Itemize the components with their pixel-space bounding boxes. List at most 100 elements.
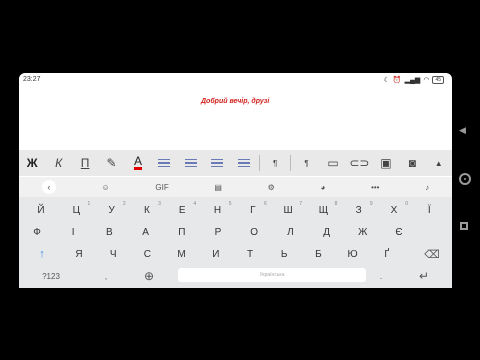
key[interactable]: Ш7 <box>271 199 305 221</box>
system-nav-bar: ◀ <box>454 0 480 360</box>
key[interactable]: М <box>166 243 198 265</box>
key[interactable]: Г6 <box>236 199 270 221</box>
clipboard-icon[interactable]: ▤ <box>214 183 222 192</box>
key-hint: 1 <box>87 201 91 207</box>
keyboard-row-3: ↑ Я Ч С М И Т Ь Б Ю Ґ ⌫ <box>19 243 452 265</box>
key[interactable]: Х0 <box>377 199 411 221</box>
status-time: 23:27 <box>23 76 41 83</box>
key[interactable]: Л <box>273 221 307 243</box>
key-hint: 5 <box>228 201 232 207</box>
key[interactable]: Р <box>201 221 235 243</box>
chevron-up-icon[interactable]: ▲ <box>426 150 452 176</box>
italic-button[interactable]: К <box>45 150 71 176</box>
key[interactable]: Ь <box>268 243 300 265</box>
microphone-icon[interactable]: ♪ <box>425 183 429 192</box>
key[interactable]: Б <box>302 243 334 265</box>
camera-icon[interactable]: ◙ <box>399 150 425 176</box>
link-icon[interactable]: ⊂⊃ <box>346 150 372 176</box>
key[interactable]: Я <box>63 243 95 265</box>
alarm-icon: ⏰ <box>392 77 402 84</box>
more-icon[interactable]: ••• <box>371 183 379 192</box>
keyboard-toolbar: ‹ ☺ GIF ▤ ⚙ ◕ ••• ♪ <box>19 177 452 197</box>
key[interactable]: Ю <box>337 243 369 265</box>
key[interactable]: Ц1 <box>59 199 93 221</box>
toolbar-divider <box>290 155 292 171</box>
document-text[interactable]: Добрий вечір, друзі <box>201 98 269 105</box>
underline-button[interactable]: П <box>72 150 98 176</box>
formatting-toolbar: Ж К П ✎ А ¶ ¶ ▭ ⊂⊃ ▣ ◙ ▲ <box>19 150 452 176</box>
key[interactable]: О <box>237 221 271 243</box>
image-icon[interactable]: ▣ <box>373 150 399 176</box>
recent-apps-icon[interactable] <box>460 222 468 230</box>
moon-icon: ☾ <box>383 77 390 84</box>
key[interactable]: В <box>92 221 126 243</box>
toolbar-divider <box>258 155 260 171</box>
key[interactable]: Ф <box>20 221 54 243</box>
key[interactable]: Е4 <box>165 199 199 221</box>
key[interactable]: Є <box>382 221 416 243</box>
key[interactable]: Ч <box>97 243 129 265</box>
key-hint: 0 <box>405 201 408 207</box>
key-hint: 3 <box>158 201 161 207</box>
comma-key[interactable]: , <box>91 265 121 287</box>
key-hint: 6 <box>264 201 267 207</box>
keyboard: ЙЦ1У2К3Е4Н5Г6Ш7Щ8З9Х0Ї ФІВАПРОЛДЖЄ ↑ Я Ч С М… <box>19 197 452 288</box>
globe-icon[interactable]: ⊕ <box>134 265 164 287</box>
sticker-icon[interactable]: ☺ <box>102 183 110 192</box>
status-icons: ☾ ⏰ ▂▄▆ ◠ 45 <box>384 76 444 84</box>
key-hint: 4 <box>193 201 197 207</box>
key[interactable]: И <box>200 243 232 265</box>
key-hint: 9 <box>369 201 373 207</box>
key[interactable]: Й <box>24 199 58 221</box>
bold-button[interactable]: Ж <box>19 150 45 176</box>
key[interactable]: Д <box>310 221 344 243</box>
keyboard-row-4: ?123 , ⊕ Українська . ↵ <box>19 265 452 287</box>
settings-icon[interactable]: ⚙ <box>268 183 275 192</box>
wifi-icon: ◠ <box>423 77 430 84</box>
key[interactable]: Ї <box>412 199 446 221</box>
key[interactable]: З9 <box>342 199 376 221</box>
enter-icon[interactable]: ↵ <box>409 265 439 287</box>
gif-button[interactable]: GIF <box>155 183 168 192</box>
keyboard-row-2: ФІВАПРОЛДЖЄ <box>19 221 452 243</box>
key-hint: 7 <box>299 201 303 207</box>
key[interactable]: Ґ <box>371 243 403 265</box>
document-area[interactable]: Добрий вечір, друзі <box>19 87 452 149</box>
bullet-list-icon[interactable] <box>151 150 177 176</box>
symbols-key[interactable]: ?123 <box>31 265 71 287</box>
key[interactable]: Н5 <box>201 199 235 221</box>
space-key[interactable]: Українська <box>178 268 366 282</box>
key-hint: 2 <box>122 201 126 207</box>
shift-icon[interactable]: ↑ <box>27 243 57 265</box>
key[interactable]: А <box>129 221 163 243</box>
indent-decrease-icon[interactable] <box>204 150 230 176</box>
key-hint: 8 <box>334 201 338 207</box>
status-bar: 23:27 ☾ ⏰ ▂▄▆ ◠ 45 <box>19 73 452 87</box>
phone-screen: 23:27 ☾ ⏰ ▂▄▆ ◠ 45 Добрий вечір, друзі Ж… <box>19 73 452 288</box>
backspace-icon[interactable]: ⌫ <box>417 243 447 265</box>
key[interactable]: К3 <box>130 199 164 221</box>
highlighter-icon[interactable]: ✎ <box>98 150 124 176</box>
key[interactable]: П <box>165 221 199 243</box>
font-color-letter: А <box>133 154 142 170</box>
key[interactable]: С <box>131 243 163 265</box>
back-triangle-icon[interactable]: ◀ <box>459 125 466 136</box>
paragraph-ltr-button[interactable]: ¶ <box>293 150 319 176</box>
numbered-list-icon[interactable] <box>178 150 204 176</box>
indent-increase-icon[interactable] <box>231 150 257 176</box>
key[interactable]: І <box>56 221 90 243</box>
key[interactable]: У2 <box>95 199 129 221</box>
period-key[interactable]: . <box>371 265 391 287</box>
battery-icon: 45 <box>432 76 444 84</box>
key[interactable]: Т <box>234 243 266 265</box>
palette-icon[interactable]: ◕ <box>321 183 326 192</box>
home-icon[interactable] <box>459 173 471 185</box>
signal-icon: ▂▄▆ <box>404 77 421 84</box>
font-color-button[interactable]: А <box>125 150 151 176</box>
keyboard-row-1: ЙЦ1У2К3Е4Н5Г6Ш7Щ8З9Х0Ї <box>19 199 452 221</box>
key[interactable]: Щ8 <box>306 199 340 221</box>
chevron-left-icon[interactable]: ‹ <box>41 180 56 194</box>
key[interactable]: Ж <box>346 221 380 243</box>
comment-icon[interactable]: ▭ <box>320 150 346 176</box>
paragraph-rtl-button[interactable]: ¶ <box>262 150 288 176</box>
